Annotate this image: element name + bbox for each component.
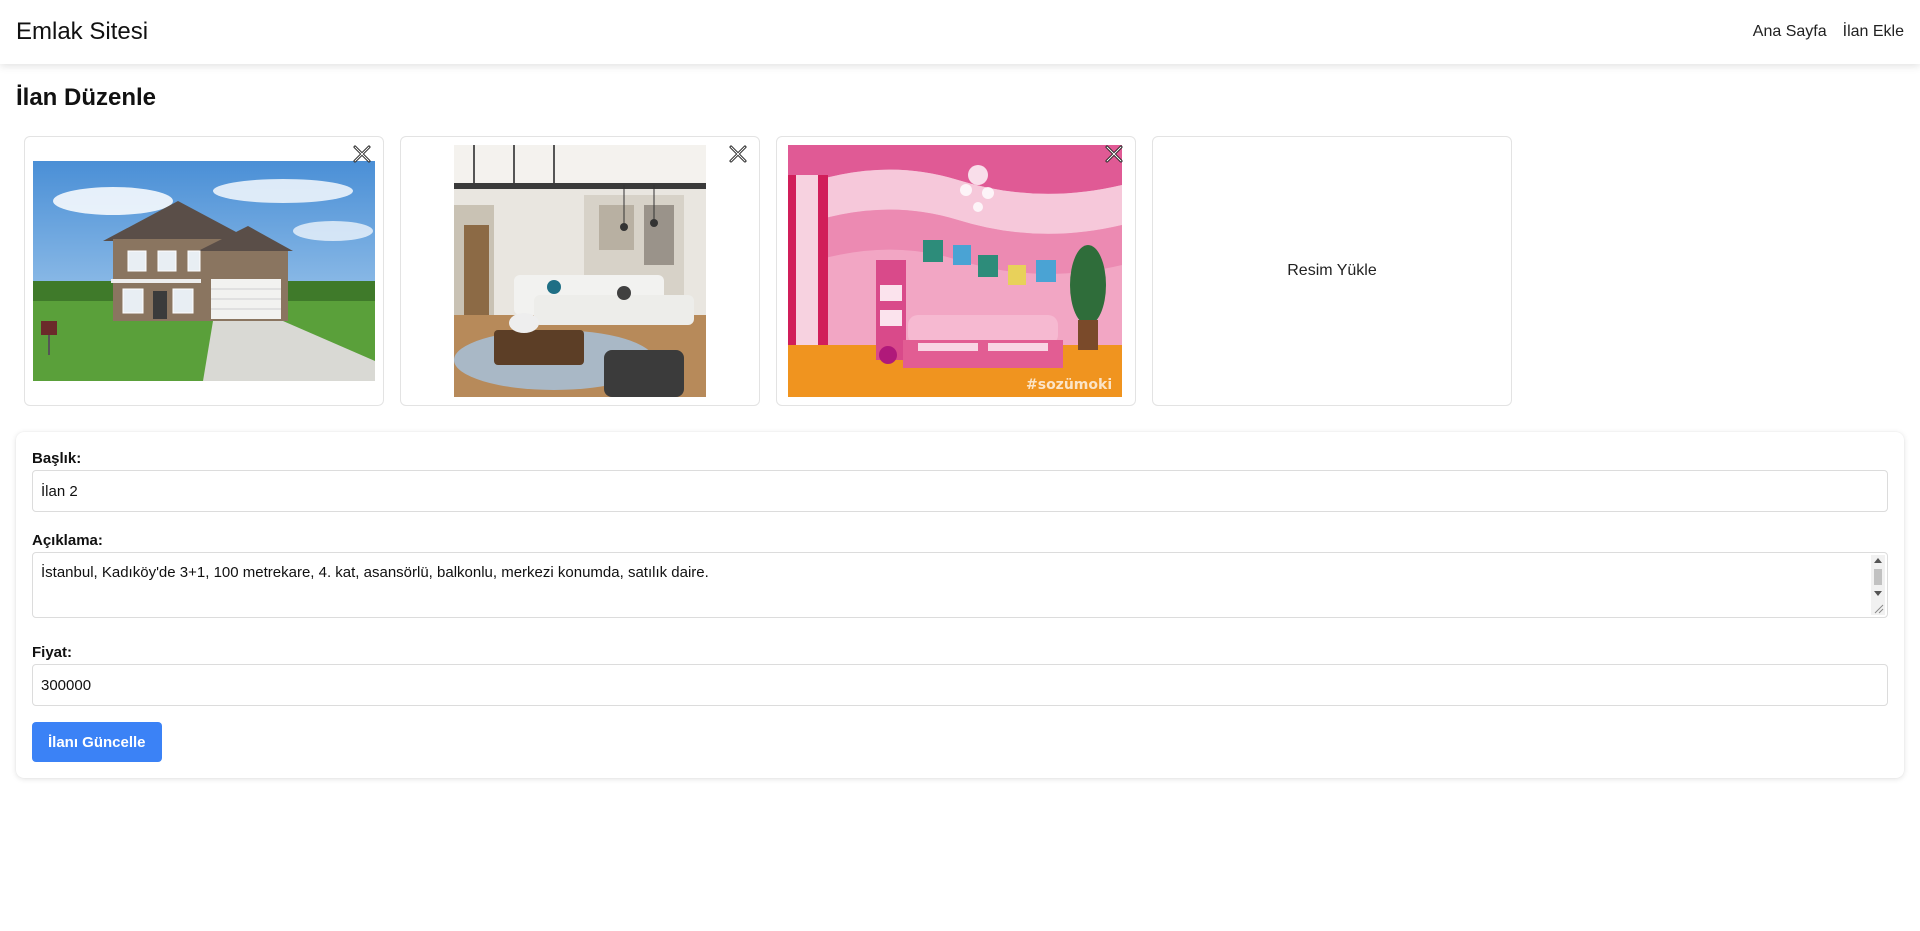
image-card-3: #sozümoki [776,136,1136,406]
description-textarea[interactable]: İstanbul, Kadıköy'de 3+1, 100 metrekare,… [32,552,1888,618]
remove-image-1-button[interactable] [351,143,373,165]
site-brand[interactable]: Emlak Sitesi [16,18,148,46]
nav-links: Ana Sayfa İlan Ekle [1753,23,1904,41]
house-photo [33,161,375,381]
pink-bedroom-photo: #sozümoki [788,145,1122,397]
living-room-photo [454,145,706,397]
upload-image-label[interactable]: Resim Yükle [1153,137,1511,405]
edit-listing-form: Başlık: Açıklama: İstanbul, Kadıköy'de 3… [16,432,1904,778]
image-card-2 [400,136,760,406]
description-label: Açıklama: [32,532,103,549]
image-card-1 [24,136,384,406]
close-icon [729,145,747,163]
title-input[interactable] [32,470,1888,512]
update-listing-button[interactable]: İlanı Güncelle [32,722,162,762]
price-input[interactable] [32,664,1888,706]
nav-link-add-listing[interactable]: İlan Ekle [1843,23,1904,41]
remove-image-3-button[interactable] [1103,143,1125,165]
nav-link-home[interactable]: Ana Sayfa [1753,23,1827,41]
close-icon [353,145,371,163]
textarea-scrollbar[interactable] [1871,555,1885,615]
top-navbar: Emlak Sitesi Ana Sayfa İlan Ekle [0,0,1920,64]
price-label: Fiyat: [32,644,73,661]
upload-image-card[interactable]: Resim Yükle [1152,136,1512,406]
remove-image-2-button[interactable] [727,143,749,165]
page-title: İlan Düzenle [16,84,157,111]
description-line: İstanbul, Kadıköy'de 3+1, 100 metrekare,… [41,564,709,581]
watermark-text: #sozümoki [1026,377,1112,393]
close-icon [1105,145,1123,163]
title-label: Başlık: [32,450,82,467]
